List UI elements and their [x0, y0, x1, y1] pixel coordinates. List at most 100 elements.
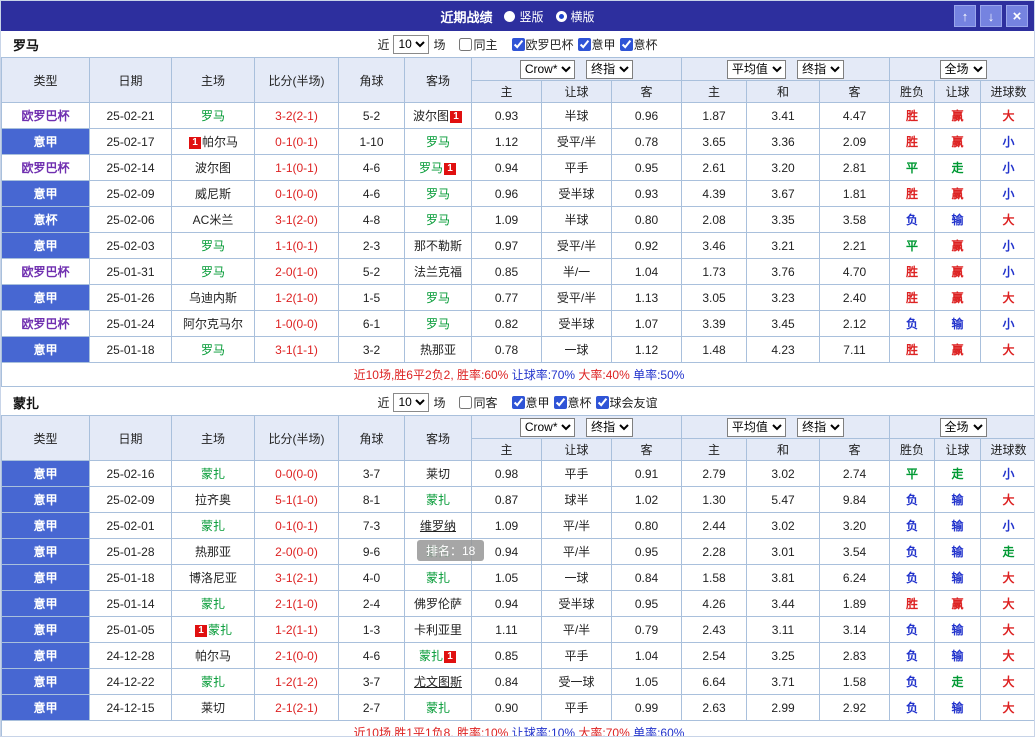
- away-team[interactable]: 蒙扎: [404, 486, 472, 513]
- match-row[interactable]: 欧罗巴杯 25-02-21 罗马 3-2(2-1) 5-2 波尔图 1 0.93 …: [1, 102, 1034, 129]
- match-row[interactable]: 意甲 24-12-15 莱切 2-1(2-1) 2-7 蒙扎 0.90 平手 0…: [1, 694, 1034, 721]
- league-filter-friendly-input[interactable]: [595, 395, 609, 409]
- league-filter-coppa-input[interactable]: [619, 37, 633, 51]
- league-filter-coppa[interactable]: 意杯: [619, 36, 658, 53]
- away-team[interactable]: 罗马: [404, 128, 472, 155]
- match-row[interactable]: 意甲 25-02-03 罗马 1-1(0-1) 2-3 那不勒斯 0.97 受平…: [1, 232, 1034, 259]
- league-filter-coppa[interactable]: 意杯: [553, 394, 592, 411]
- home-team[interactable]: 蒙扎: [171, 512, 255, 539]
- away-team[interactable]: 蒙扎: [404, 694, 472, 721]
- match-row[interactable]: 意甲 25-02-01 蒙扎 0-1(0-1) 7-3 维罗纳 1.09 平/半…: [1, 512, 1034, 539]
- home-team[interactable]: 罗马: [171, 258, 255, 285]
- home-team[interactable]: 热那亚: [171, 538, 255, 565]
- away-team[interactable]: 罗马: [404, 206, 472, 233]
- away-team[interactable]: 那不勒斯: [404, 232, 472, 259]
- match-row[interactable]: 意甲 25-01-18 罗马 3-1(1-1) 3-2 热那亚 0.78 一球 …: [1, 336, 1034, 363]
- league-type-cell: 意甲: [1, 284, 90, 311]
- away-team[interactable]: 蒙扎 1: [404, 642, 472, 669]
- home-team[interactable]: 帕尔马: [171, 642, 255, 669]
- away-team[interactable]: 佛罗伦萨: [404, 590, 472, 617]
- same-venue-checkbox[interactable]: 同客: [459, 394, 498, 411]
- average-stage-select[interactable]: 终指: [797, 59, 845, 79]
- away-team[interactable]: 尤文图斯: [404, 668, 472, 695]
- section-roma: 罗马 近 10 场 同主 欧罗巴杯 意甲 意杯 类型 日期 主场 比分(半场) …: [1, 31, 1034, 387]
- close-button[interactable]: ×: [1006, 5, 1028, 27]
- odds-stage-select[interactable]: 终指: [586, 417, 634, 437]
- away-team[interactable]: 波尔图 1: [404, 102, 472, 129]
- home-team[interactable]: AC米兰: [171, 206, 255, 233]
- col-avg-home: 主: [681, 80, 747, 103]
- away-team[interactable]: 热那亚: [404, 336, 472, 363]
- match-row[interactable]: 意甲 24-12-22 蒙扎 1-2(1-2) 3-7 尤文图斯 0.84 受一…: [1, 668, 1034, 695]
- match-row[interactable]: 意甲 25-01-18 博洛尼亚 3-1(2-1) 4-0 蒙扎 1.05 一球…: [1, 564, 1034, 591]
- fulltime-select[interactable]: 全场: [939, 417, 987, 437]
- fulltime-select[interactable]: 全场: [939, 59, 987, 79]
- home-team[interactable]: 乌迪内斯: [171, 284, 255, 311]
- home-team[interactable]: 罗马: [171, 102, 255, 129]
- league-filter-seriea[interactable]: 意甲: [577, 36, 616, 53]
- match-row[interactable]: 欧罗巴杯 25-02-14 波尔图 1-1(0-1) 4-6 罗马 1 0.94 …: [1, 154, 1034, 181]
- bookmaker-select[interactable]: Crow*: [519, 417, 575, 437]
- away-team[interactable]: 蒙扎: [404, 564, 472, 591]
- home-team[interactable]: 威尼斯: [171, 180, 255, 207]
- home-team[interactable]: 罗马: [171, 232, 255, 259]
- league-filter-friendly[interactable]: 球会友谊: [595, 394, 658, 411]
- match-row[interactable]: 意甲 25-02-09 威尼斯 0-1(0-0) 4-6 罗马 0.96 受半球…: [1, 180, 1034, 207]
- average-stage-select[interactable]: 终指: [797, 417, 845, 437]
- match-row[interactable]: 意甲 25-01-14 蒙扎 2-1(1-0) 2-4 佛罗伦萨 0.94 受半…: [1, 590, 1034, 617]
- home-team[interactable]: 蒙扎: [171, 460, 255, 487]
- home-team[interactable]: 罗马: [171, 336, 255, 363]
- home-team[interactable]: 1 蒙扎: [171, 616, 255, 643]
- league-filter-europa[interactable]: 欧罗巴杯: [511, 36, 574, 53]
- bookmaker-select[interactable]: Crow*: [519, 59, 575, 79]
- average-select[interactable]: 平均值: [726, 59, 786, 79]
- home-team[interactable]: 博洛尼亚: [171, 564, 255, 591]
- league-filter-seriea-input[interactable]: [577, 37, 591, 51]
- same-venue-checkbox-input[interactable]: [459, 37, 473, 51]
- league-filter-seriea-input[interactable]: [511, 395, 525, 409]
- league-filter-europa-input[interactable]: [511, 37, 525, 51]
- home-team[interactable]: 波尔图: [171, 154, 255, 181]
- match-row[interactable]: 意甲 25-01-26 乌迪内斯 1-2(1-0) 1-5 罗马 0.77 受平…: [1, 284, 1034, 311]
- home-team[interactable]: 拉齐奥: [171, 486, 255, 513]
- odds-stage-select[interactable]: 终指: [586, 59, 634, 79]
- away-team[interactable]: 莱切: [404, 460, 472, 487]
- match-date: 24-12-28: [89, 642, 172, 669]
- home-team[interactable]: 1 帕尔马: [171, 128, 255, 155]
- league-filter-coppa-input[interactable]: [553, 395, 567, 409]
- move-down-button[interactable]: ↓: [980, 5, 1002, 27]
- odds-away: 0.92: [611, 232, 682, 259]
- games-count-select[interactable]: 10: [393, 392, 430, 412]
- away-team[interactable]: 法兰克福: [404, 258, 472, 285]
- away-team[interactable]: 维罗纳: [404, 512, 472, 539]
- home-team[interactable]: 阿尔克马尔: [171, 310, 255, 337]
- away-team[interactable]: 卡利亚里: [404, 616, 472, 643]
- games-count-select[interactable]: 10: [393, 34, 430, 54]
- home-team[interactable]: 蒙扎: [171, 590, 255, 617]
- away-team[interactable]: 罗马: [404, 180, 472, 207]
- goals-result: 大: [980, 616, 1034, 643]
- odds-handicap: 平/半: [541, 512, 612, 539]
- away-team[interactable]: 罗马 1: [404, 154, 472, 181]
- same-venue-checkbox[interactable]: 同主: [459, 36, 498, 53]
- same-venue-checkbox-input[interactable]: [459, 395, 473, 409]
- match-row[interactable]: 意甲 25-02-16 蒙扎 0-0(0-0) 3-7 莱切 0.98 平手 0…: [1, 460, 1034, 487]
- away-team[interactable]: 罗马: [404, 310, 472, 337]
- match-row[interactable]: 意甲 25-01-28 热那亚 2-0(0-0) 9-6 蒙扎 0.94 平/半…: [1, 538, 1034, 565]
- match-row[interactable]: 意杯 25-02-06 AC米兰 3-1(2-0) 4-8 罗马 1.09 半球…: [1, 206, 1034, 233]
- horizontal-layout-radio[interactable]: 横版: [555, 8, 595, 25]
- home-team[interactable]: 蒙扎: [171, 668, 255, 695]
- average-select[interactable]: 平均值: [726, 417, 786, 437]
- match-row[interactable]: 欧罗巴杯 25-01-24 阿尔克马尔 1-0(0-0) 6-1 罗马 0.82…: [1, 310, 1034, 337]
- league-filter-seriea[interactable]: 意甲: [511, 394, 550, 411]
- away-team[interactable]: 罗马: [404, 284, 472, 311]
- match-row[interactable]: 意甲 25-01-05 1 蒙扎 1-2(1-1) 1-3 卡利亚里 1.11 平…: [1, 616, 1034, 643]
- home-team[interactable]: 莱切: [171, 694, 255, 721]
- match-row[interactable]: 意甲 24-12-28 帕尔马 2-1(0-0) 4-6 蒙扎 1 0.85 平手…: [1, 642, 1034, 669]
- vertical-layout-radio[interactable]: 竖版: [504, 8, 544, 25]
- match-row[interactable]: 意甲 25-02-17 1 帕尔马 0-1(0-1) 1-10 罗马 1.12 受…: [1, 128, 1034, 155]
- page-title: 近期战绩: [440, 9, 493, 25]
- match-row[interactable]: 欧罗巴杯 25-01-31 罗马 2-0(1-0) 5-2 法兰克福 0.85 …: [1, 258, 1034, 285]
- move-up-button[interactable]: ↑: [954, 5, 976, 27]
- match-row[interactable]: 意甲 25-02-09 拉齐奥 5-1(1-0) 8-1 蒙扎 0.87 球半 …: [1, 486, 1034, 513]
